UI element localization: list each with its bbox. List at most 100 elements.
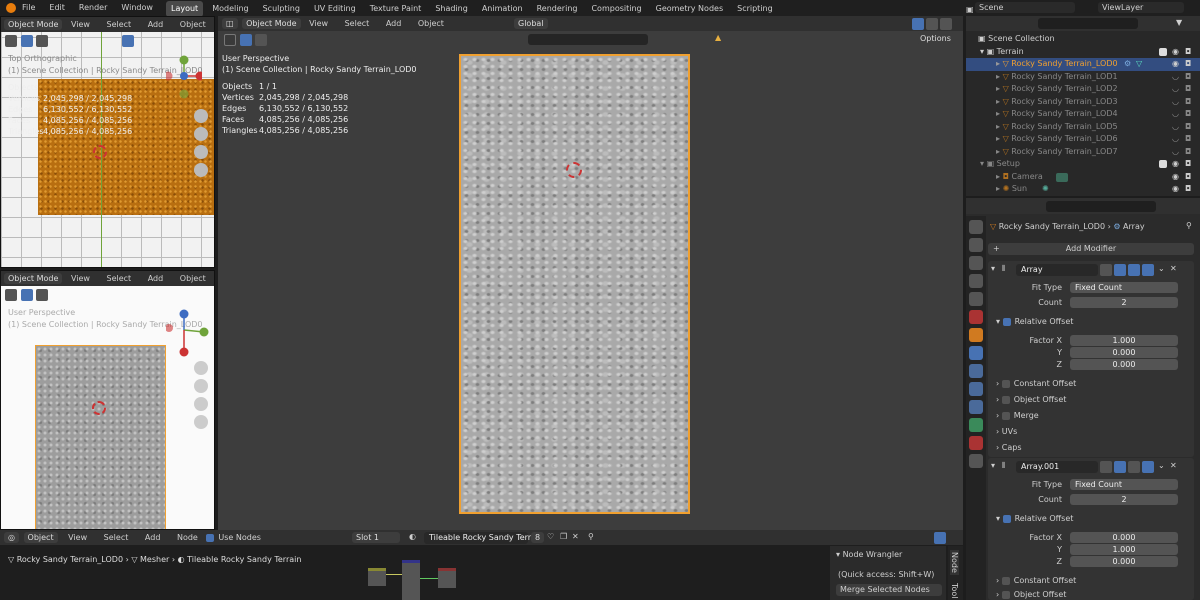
particles-tab-icon[interactable] (969, 364, 983, 378)
viewport-toggle-icon[interactable] (1128, 461, 1140, 473)
tree-item-lod3[interactable]: ▸ ▽ Rocky Sandy Terrain_LOD3 ◡ ◘ (966, 96, 1200, 109)
relative-offset-checkbox[interactable] (1002, 317, 1011, 326)
menu-view[interactable]: View (71, 20, 90, 29)
terrain-mesh[interactable] (459, 54, 690, 514)
workspace-tab-modeling[interactable]: Modeling (207, 1, 253, 17)
checkbox[interactable] (1001, 576, 1010, 585)
subpanel-caps[interactable]: › Caps (996, 443, 1021, 452)
mode-dropdown[interactable]: Object Mode (4, 19, 63, 30)
blender-logo-icon[interactable] (6, 3, 16, 13)
node-box[interactable] (438, 568, 456, 588)
editor-type-icon[interactable]: ◫ (222, 18, 238, 29)
chevron-right-icon[interactable]: › (996, 590, 1002, 599)
eye-closed-icon[interactable]: ◡ (1172, 83, 1179, 96)
menu-select[interactable]: Select (106, 274, 131, 283)
camera-icon[interactable]: ◘ (1185, 158, 1191, 171)
warning-icon[interactable]: ▲ (715, 33, 721, 42)
modifier-name-field[interactable]: Array.001 (1016, 461, 1098, 473)
tree-item-lod1[interactable]: ▸ ▽ Rocky Sandy Terrain_LOD1 ◡ ◘ (966, 71, 1200, 84)
menu-select[interactable]: Select (104, 533, 129, 542)
menu-view[interactable]: View (71, 274, 90, 283)
panel-header[interactable]: ▾ Node Wrangler (836, 550, 902, 559)
workspace-tab-animation[interactable]: Animation (477, 1, 528, 17)
eye-closed-icon[interactable]: ◡ (1172, 146, 1179, 159)
menu-node[interactable]: Node (177, 533, 198, 542)
world-tab-icon[interactable] (969, 310, 983, 324)
tool-tab-icon[interactable] (969, 220, 983, 234)
workspace-tab-geometry-nodes[interactable]: Geometry Nodes (651, 1, 728, 17)
camera-view-icon[interactable] (194, 145, 208, 159)
camera-icon[interactable]: ◘ (1185, 46, 1191, 59)
viewport-main[interactable]: ◫ Object Mode View Select Add Object Glo… (218, 16, 963, 530)
chevron-down-icon[interactable]: ▾ (991, 461, 995, 470)
factor-z-field[interactable]: 0.000 (1070, 556, 1178, 567)
shading-material-icon[interactable] (926, 18, 938, 30)
factor-z-field[interactable]: 0.000 (1070, 359, 1178, 370)
tree-scene-collection[interactable]: ▣ Scene Collection (966, 33, 1200, 46)
menu-view[interactable]: View (68, 533, 87, 542)
eye-closed-icon[interactable]: ◡ (1172, 133, 1179, 146)
shading-render-icon[interactable] (940, 18, 952, 30)
select-tool-icon[interactable] (224, 34, 236, 46)
camera-icon[interactable]: ◘ (1185, 183, 1191, 196)
factor-x-field[interactable]: 0.000 (1070, 532, 1178, 543)
eye-icon[interactable]: ◉ (1172, 171, 1179, 184)
grid-view-icon[interactable] (194, 415, 208, 429)
data-tab-icon[interactable] (969, 418, 983, 432)
overlay-icon[interactable] (934, 532, 946, 544)
camera-icon[interactable]: ◘ (1185, 108, 1191, 121)
add-modifier-button[interactable]: + Add Modifier (988, 243, 1194, 255)
tree-item-lod0[interactable]: ▸ ▽ Rocky Sandy Terrain_LOD0 ⚙ ▽ ◉ ◘ (966, 58, 1200, 71)
editor-type-icon[interactable]: ◎ (4, 532, 19, 543)
factor-y-field[interactable]: 0.000 (1070, 347, 1178, 358)
fake-user-icon[interactable]: ♡ (547, 532, 554, 541)
pin-icon[interactable]: ⚲ (1186, 221, 1192, 230)
node-box[interactable] (402, 560, 420, 600)
sidebar-tab-node[interactable]: Node (950, 550, 959, 575)
fit-type-dropdown[interactable]: Fixed Count (1070, 479, 1178, 490)
duplicate-icon[interactable]: ❐ (560, 532, 567, 541)
viewport-toggle-icon[interactable] (1128, 264, 1140, 276)
menu-add[interactable]: Add (386, 19, 402, 28)
camera-icon[interactable]: ◘ (1185, 121, 1191, 134)
tree-item-lod2[interactable]: ▸ ▽ Rocky Sandy Terrain_LOD2 ◡ ◘ (966, 83, 1200, 96)
subpanel-uvs[interactable]: › UVs (996, 427, 1017, 436)
tree-item-sun[interactable]: ▸ ✺ Sun ✺ ◉ ◘ (966, 183, 1200, 196)
material-tab-icon[interactable] (969, 436, 983, 450)
menu-edit[interactable]: Edit (49, 0, 65, 16)
scene-selector[interactable]: Scene (975, 2, 1075, 13)
workspace-tab-compositing[interactable]: Compositing (586, 1, 646, 17)
mode-dropdown[interactable]: Object Mode (242, 18, 301, 29)
workspace-tab-sculpting[interactable]: Sculpting (258, 1, 305, 17)
checkbox-icon[interactable] (1159, 160, 1167, 168)
cage-toggle-icon[interactable] (1114, 264, 1126, 276)
eye-closed-icon[interactable]: ◡ (1172, 108, 1179, 121)
eye-icon[interactable]: ◉ (1172, 183, 1179, 196)
eye-closed-icon[interactable]: ◡ (1172, 121, 1179, 134)
filter-icon[interactable]: ▼ (1176, 18, 1182, 27)
relative-offset-checkbox[interactable] (1002, 514, 1011, 523)
sidebar-tab-tool[interactable]: Tool (950, 581, 959, 600)
render-toggle-icon[interactable] (1142, 264, 1154, 276)
grid-view-icon[interactable] (194, 163, 208, 177)
chevron-right-icon[interactable]: › (996, 379, 1002, 388)
menu-render[interactable]: Render (79, 0, 107, 16)
relative-offset-header[interactable]: ▾ Relative Offset (996, 514, 1073, 523)
menu-select[interactable]: Select (106, 20, 131, 29)
material-name-field[interactable]: Tileable Rocky Sandy Terrain (424, 532, 543, 544)
viewport-search[interactable] (528, 34, 648, 45)
view-layer-tab-icon[interactable] (969, 274, 983, 288)
menu-object[interactable]: Object (180, 20, 206, 29)
dropdown-icon[interactable]: ⌄ (1158, 461, 1165, 470)
camera-icon[interactable]: ◘ (1185, 83, 1191, 96)
close-icon[interactable]: ✕ (1170, 264, 1177, 273)
viewlayer-selector[interactable]: ViewLayer (1098, 2, 1184, 13)
close-icon[interactable]: ✕ (1170, 461, 1177, 470)
eye-icon[interactable]: ◉ (1172, 158, 1179, 171)
viewport-bottom-left[interactable]: Object Mode View Select Add Object User … (0, 270, 215, 530)
camera-icon[interactable]: ◘ (1185, 71, 1191, 84)
outliner-search[interactable] (1038, 18, 1138, 29)
pan-hand-icon[interactable] (194, 379, 208, 393)
box-select-icon[interactable] (20, 289, 33, 301)
chevron-right-icon[interactable]: › (996, 576, 1002, 585)
